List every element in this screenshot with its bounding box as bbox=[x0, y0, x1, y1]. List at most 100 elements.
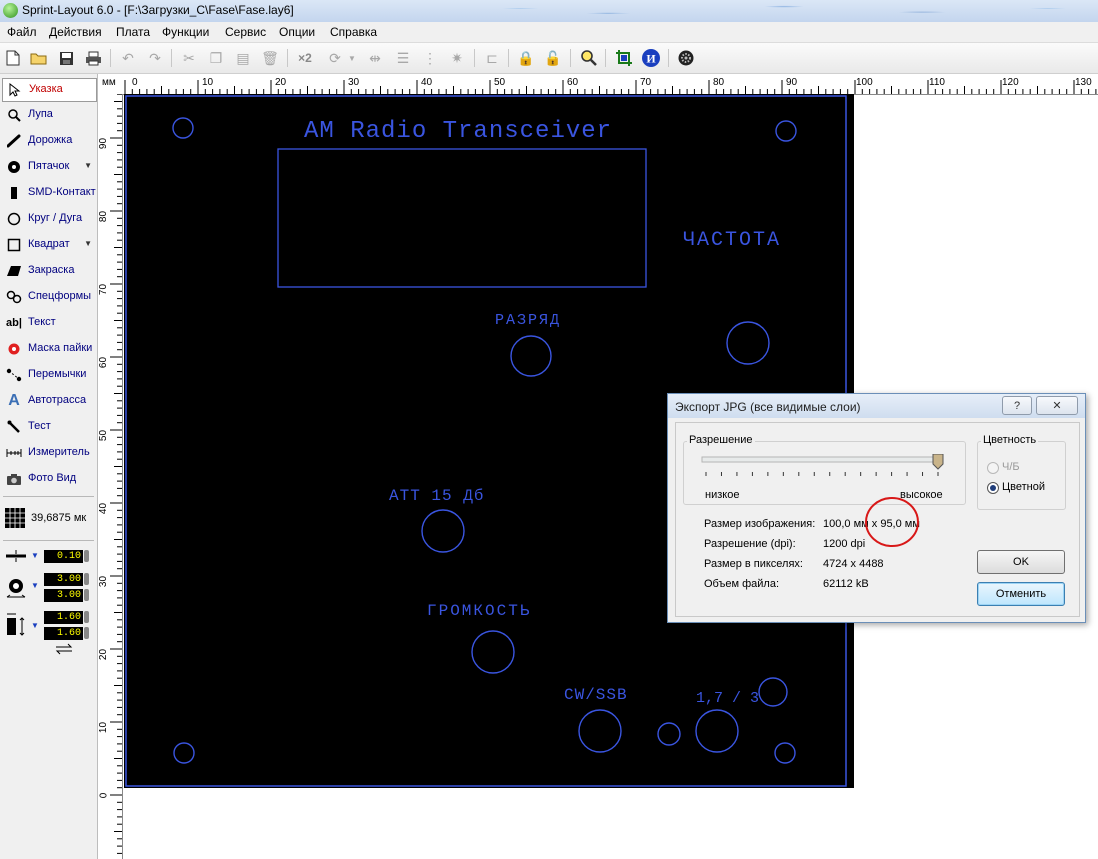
tool-magnifier[interactable]: Лупа bbox=[2, 104, 95, 126]
tool-jumper[interactable]: Перемычки bbox=[2, 364, 95, 386]
cut-icon[interactable]: ✂ bbox=[179, 48, 199, 68]
tool-pad[interactable]: Пятачок ▼ bbox=[2, 156, 95, 178]
ruler-top-label: 100 bbox=[856, 77, 873, 88]
smd-width-input[interactable]: 1.60 bbox=[44, 611, 83, 624]
board-title[interactable]: AM Radio Transceiver bbox=[304, 118, 612, 145]
label-volume[interactable]: ГРОМКОСТЬ bbox=[427, 602, 531, 620]
print-icon[interactable] bbox=[83, 48, 103, 68]
chevron-down-icon[interactable]: ▼ bbox=[84, 161, 92, 170]
switch-hole[interactable] bbox=[758, 677, 788, 707]
duplicate-x2-icon[interactable]: ×2 bbox=[295, 48, 315, 68]
crop-icon[interactable] bbox=[614, 48, 634, 68]
menu-options[interactable]: Опции bbox=[279, 25, 315, 39]
cancel-button[interactable]: Отменить bbox=[977, 582, 1065, 606]
tool-track[interactable]: Дорожка bbox=[2, 130, 95, 152]
settings-icon[interactable] bbox=[676, 48, 696, 68]
grid-value[interactable]: 39,6875 мк bbox=[31, 512, 86, 524]
spinner-icon[interactable] bbox=[84, 589, 89, 601]
separator bbox=[3, 496, 94, 497]
mounting-hole[interactable] bbox=[775, 120, 797, 142]
menu-functions[interactable]: Функции bbox=[162, 25, 209, 39]
resolution-slider[interactable] bbox=[700, 454, 950, 482]
tool-special-shapes[interactable]: Спецформы bbox=[2, 286, 95, 308]
paste-icon[interactable]: ▤ bbox=[233, 48, 253, 68]
tool-smd[interactable]: SMD-Контакт bbox=[2, 182, 96, 204]
menu-actions[interactable]: Действия bbox=[49, 25, 102, 39]
display-window[interactable] bbox=[277, 148, 647, 288]
info-icon[interactable]: И bbox=[641, 48, 661, 68]
menu-service[interactable]: Сервис bbox=[225, 25, 266, 39]
swap-icon[interactable] bbox=[53, 643, 75, 655]
ok-button[interactable]: OK bbox=[977, 550, 1065, 574]
smd-height-input[interactable]: 1.60 bbox=[44, 627, 83, 640]
save-icon[interactable] bbox=[56, 48, 76, 68]
menu-help[interactable]: Справка bbox=[330, 25, 377, 39]
chevron-down-icon[interactable]: ▼ bbox=[31, 581, 39, 590]
knob-hole-volume[interactable] bbox=[471, 630, 515, 674]
copy-icon[interactable]: ❐ bbox=[206, 48, 226, 68]
tool-test[interactable]: Тест bbox=[2, 416, 95, 438]
label-range[interactable]: РАЗРЯД bbox=[495, 312, 561, 329]
spinner-icon[interactable] bbox=[84, 550, 89, 562]
label-ratio[interactable]: 1,7 / 3 bbox=[696, 690, 759, 707]
radio-color[interactable] bbox=[987, 482, 999, 494]
knob-hole-mode[interactable] bbox=[578, 709, 622, 753]
undo-icon[interactable]: ↶ bbox=[118, 48, 138, 68]
zoom-icon[interactable] bbox=[579, 48, 599, 68]
lock-icon[interactable]: 🔒 bbox=[516, 48, 536, 68]
tool-autoroute[interactable]: A Автотрасса bbox=[2, 390, 95, 412]
pad-outer-input[interactable]: 3.00 bbox=[44, 573, 83, 586]
tool-photo-view[interactable]: Фото Вид bbox=[2, 468, 95, 490]
mounting-hole[interactable] bbox=[774, 742, 796, 764]
close-button[interactable]: ✕ bbox=[1036, 396, 1078, 415]
rotate-icon[interactable]: ⟳ bbox=[325, 48, 345, 68]
tool-pointer[interactable]: Указка bbox=[2, 78, 97, 102]
track-width-input[interactable]: 0.10 bbox=[44, 550, 83, 563]
group-icon[interactable]: ✷ bbox=[447, 48, 467, 68]
spinner-icon[interactable] bbox=[84, 573, 89, 585]
label-mode[interactable]: CW/SSB bbox=[564, 686, 628, 704]
ruler-top-ticks bbox=[124, 80, 1097, 94]
spinner-icon[interactable] bbox=[84, 611, 89, 623]
radio-bw[interactable] bbox=[987, 462, 999, 474]
tool-solder-mask[interactable]: Маска пайки bbox=[2, 338, 95, 360]
menu-board[interactable]: Плата bbox=[116, 25, 150, 39]
knob-hole-frequency[interactable] bbox=[726, 321, 770, 365]
label-frequency[interactable]: ЧАСТОТА bbox=[683, 229, 781, 252]
mounting-hole[interactable] bbox=[172, 117, 194, 139]
align-icon[interactable]: ☰ bbox=[393, 48, 413, 68]
component-icon[interactable]: ⊏ bbox=[482, 48, 502, 68]
unlock-icon[interactable]: 🔓 bbox=[543, 48, 563, 68]
knob-hole-range[interactable] bbox=[510, 335, 552, 377]
led-hole[interactable] bbox=[657, 722, 681, 746]
chevron-down-icon[interactable]: ▼ bbox=[84, 239, 92, 248]
knob-hole-att[interactable] bbox=[421, 509, 465, 553]
tool-square[interactable]: Квадрат ▼ bbox=[2, 234, 95, 256]
slider-thumb[interactable] bbox=[932, 454, 944, 470]
tool-measure[interactable]: Измеритель bbox=[2, 442, 95, 464]
tool-solder-mask-label: Маска пайки bbox=[28, 342, 93, 354]
help-button[interactable]: ? bbox=[1002, 396, 1032, 415]
tool-circle[interactable]: Круг / Дуга bbox=[2, 208, 95, 230]
open-folder-icon[interactable] bbox=[29, 48, 49, 68]
ruler-top-label: 70 bbox=[640, 77, 652, 88]
knob-hole-ratio[interactable] bbox=[695, 709, 739, 753]
tool-text[interactable]: ab| Текст bbox=[2, 312, 95, 334]
redo-icon[interactable]: ↷ bbox=[145, 48, 165, 68]
chevron-down-icon[interactable]: ▼ bbox=[31, 621, 39, 630]
label-att[interactable]: АТТ 15 Дб bbox=[389, 487, 484, 505]
distribute-icon[interactable]: ⋮ bbox=[420, 48, 440, 68]
grid-icon[interactable] bbox=[4, 507, 26, 529]
tool-fill[interactable]: Закраска bbox=[2, 260, 95, 282]
mirror-icon[interactable]: ⇹ bbox=[365, 48, 385, 68]
mounting-hole[interactable] bbox=[173, 742, 195, 764]
pad-inner-input[interactable]: 3.00 bbox=[44, 589, 83, 602]
slider-track[interactable] bbox=[701, 456, 943, 463]
delete-icon[interactable]: 🗑 bbox=[260, 48, 280, 68]
chevron-down-icon[interactable]: ▼ bbox=[31, 551, 39, 560]
rotate-dropdown-icon[interactable]: ▼ bbox=[347, 48, 357, 68]
dpi-value: 1200 dpi bbox=[823, 538, 866, 550]
menu-file[interactable]: Файл bbox=[7, 25, 37, 39]
spinner-icon[interactable] bbox=[84, 627, 89, 639]
new-file-icon[interactable] bbox=[3, 48, 23, 68]
